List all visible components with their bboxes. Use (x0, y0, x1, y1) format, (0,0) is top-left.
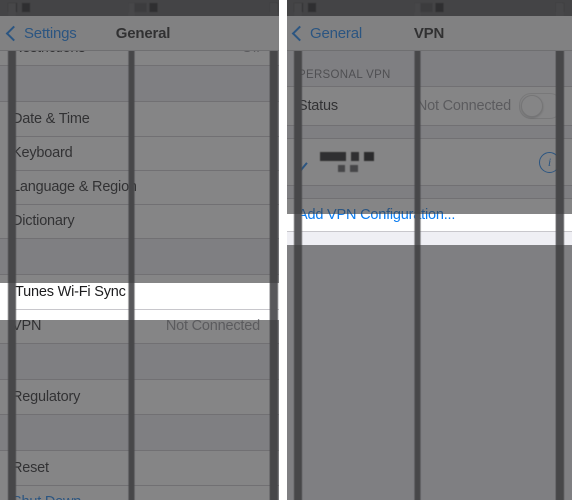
group-vpn-status: Status Not Connected (286, 86, 572, 126)
signal-bars-icon (8, 3, 17, 12)
left-phone-screen: Settings General Restrictions Off Date &… (0, 0, 286, 500)
status-bar-left-icons (294, 3, 316, 500)
nav-bar-left: Settings General (0, 16, 286, 51)
group-sync-vpn: iTunes Wi-Fi Sync VPN Not Connected (0, 274, 286, 344)
group-regulatory: Regulatory (0, 379, 286, 415)
list-item-label: Language & Region (12, 179, 137, 195)
empty-list-area (286, 232, 572, 500)
list-item-status[interactable]: Status Not Connected (286, 87, 572, 125)
list-item-date-time[interactable]: Date & Time (0, 102, 286, 136)
right-phone-screen: General VPN PERSONAL VPN Status Not Conn… (286, 0, 572, 500)
section-gap (286, 126, 572, 138)
group-add-vpn: Add VPN Configuration... (286, 198, 572, 232)
list-item-value: Not Connected (416, 98, 511, 114)
back-button-settings[interactable]: Settings (5, 24, 77, 42)
battery-icon (270, 3, 278, 12)
list-item-vpn[interactable]: VPN Not Connected (0, 309, 286, 343)
list-item-dictionary[interactable]: Dictionary (0, 204, 286, 238)
back-button-label: General (310, 24, 362, 42)
redacted-block (351, 152, 359, 161)
status-bar-time (414, 3, 444, 500)
section-gap (0, 344, 286, 379)
back-button-general[interactable]: General (291, 24, 362, 42)
chevron-right-icon (266, 286, 278, 298)
group-datetime: Date & Time Keyboard Language & Region D… (0, 101, 286, 239)
vpn-list[interactable]: PERSONAL VPN Status Not Connected i Add … (286, 51, 572, 500)
group-restrictions: Restrictions Off (0, 51, 286, 66)
section-header-personal-vpn: PERSONAL VPN (286, 51, 572, 86)
chevron-right-icon (266, 147, 278, 159)
section-gap (0, 66, 286, 101)
redacted-block (350, 165, 358, 172)
dual-phone-screenshot: Settings General Restrictions Off Date &… (0, 0, 572, 500)
redacted-block (364, 152, 374, 161)
redacted-block (320, 152, 346, 161)
list-item-label: Shut Down (12, 494, 276, 500)
info-circle-icon[interactable]: i (539, 151, 560, 173)
back-button-label: Settings (24, 24, 77, 42)
section-gap (286, 186, 572, 198)
section-gap (0, 415, 286, 450)
chevron-left-icon (291, 25, 308, 41)
panel-divider (279, 0, 287, 500)
chevron-right-icon (266, 113, 278, 125)
redacted-block (338, 165, 345, 172)
settings-list-left[interactable]: Restrictions Off Date & Time Keyboard La… (0, 51, 286, 500)
status-bar-right-icons (270, 3, 278, 500)
status-bar-right (286, 0, 572, 500)
chevron-right-icon (266, 320, 278, 332)
redacted-line-1 (320, 152, 539, 161)
redacted-line-2 (320, 165, 539, 172)
checkmark-icon (296, 154, 312, 170)
list-item-label: Regulatory (12, 389, 81, 405)
vpn-status-toggle[interactable] (519, 93, 562, 119)
battery-icon (556, 3, 564, 12)
list-item-reset[interactable]: Reset (0, 451, 286, 485)
signal-bars-icon (294, 3, 303, 12)
time-redacted-2 (435, 3, 444, 12)
wifi-icon (308, 3, 316, 12)
chevron-right-icon (266, 181, 278, 193)
list-item-add-vpn-configuration[interactable]: Add VPN Configuration... (286, 199, 572, 231)
list-item-label: Restrictions (12, 51, 242, 56)
list-item-keyboard[interactable]: Keyboard (0, 136, 286, 170)
chevron-right-icon (266, 215, 278, 227)
list-item-label: Status (298, 98, 338, 114)
group-vpn-configurations: i (286, 138, 572, 186)
list-item-label: Date & Time (12, 111, 90, 127)
list-item-label: Keyboard (12, 145, 73, 161)
list-item-itunes-wifi-sync[interactable]: iTunes Wi-Fi Sync (0, 275, 286, 309)
list-item-label: VPN (12, 318, 42, 334)
list-item-language-region[interactable]: Language & Region (0, 170, 286, 204)
status-bar-time (128, 3, 158, 500)
status-bar-left (0, 0, 286, 500)
chevron-left-icon (5, 25, 22, 41)
list-item-value: Not Connected (165, 318, 260, 334)
chevron-right-icon (266, 391, 278, 403)
vpn-config-name-redacted (320, 152, 539, 172)
toggle-knob (521, 95, 543, 117)
status-bar-right-icons (556, 3, 564, 500)
list-item-label: iTunes Wi-Fi Sync (12, 284, 126, 300)
wifi-icon (22, 3, 30, 12)
status-bar-left-icons (8, 3, 30, 500)
group-reset: Reset Shut Down (0, 450, 286, 500)
section-gap (0, 239, 286, 274)
list-item-regulatory[interactable]: Regulatory (0, 380, 286, 414)
time-redacted (128, 3, 147, 12)
list-item-label: Reset (12, 460, 49, 476)
chevron-right-icon (266, 51, 278, 54)
list-item-label: Dictionary (12, 213, 75, 229)
nav-bar-right: General VPN (286, 16, 572, 51)
time-redacted (414, 3, 433, 12)
list-item-restrictions[interactable]: Restrictions Off (0, 51, 286, 65)
list-item-shut-down[interactable]: Shut Down (0, 485, 286, 500)
list-item-value: Off (242, 51, 261, 56)
list-item-vpn-configuration[interactable]: i (286, 139, 572, 185)
time-redacted-2 (149, 3, 158, 12)
chevron-right-icon (266, 462, 278, 474)
list-item-label: Add VPN Configuration... (298, 207, 456, 223)
